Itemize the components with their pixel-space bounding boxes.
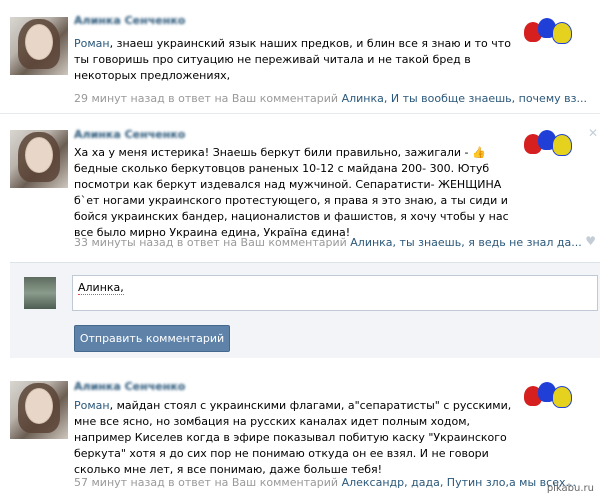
- reply-box: Алинка, Отправить комментарий: [10, 262, 600, 358]
- comment-meta: 29 минут назад в ответ на Ваш комментари…: [74, 92, 587, 105]
- comment-author[interactable]: Алинка Сенченко: [74, 380, 185, 393]
- reply-quote-link[interactable]: Алинка, И ты вообще знаешь, почему вз...: [342, 92, 587, 105]
- comment-text: Роман, знаеш украинский язык наших предк…: [74, 37, 511, 82]
- comment-input[interactable]: Алинка,: [72, 275, 598, 311]
- comment-author[interactable]: Алинка Сенченко: [74, 14, 185, 27]
- comment-meta: 33 минуты назад в ответ на Ваш комментар…: [74, 236, 582, 249]
- mention-link[interactable]: Роман: [74, 37, 110, 50]
- avatar[interactable]: [10, 130, 68, 188]
- avatar[interactable]: [10, 381, 68, 439]
- mention-link[interactable]: Роман: [74, 399, 110, 412]
- flag-icon: [524, 130, 572, 158]
- watermark: pikabu.ru: [546, 483, 594, 494]
- reply-quote-link[interactable]: Алинка, ты знаешь, я ведь не знал да...: [350, 236, 582, 249]
- comment-text: Роман, майдан стоял с украинскими флагам…: [74, 399, 512, 476]
- flag-icon: [524, 18, 572, 46]
- divider: [0, 113, 600, 114]
- avatar[interactable]: [10, 17, 68, 75]
- comment-text: Ха ха у меня истерика! Знаешь беркут бил…: [74, 146, 509, 239]
- send-comment-button[interactable]: Отправить комментарий: [74, 325, 230, 352]
- comment-author[interactable]: Алинка Сенченко: [74, 128, 185, 141]
- avatar: [24, 277, 56, 309]
- like-icon[interactable]: ♥: [585, 234, 596, 248]
- comment-meta: 57 минут назад в ответ на Ваш комментари…: [74, 476, 576, 489]
- close-icon[interactable]: ✕: [588, 126, 598, 140]
- flag-icon: [524, 382, 572, 410]
- reply-quote-link[interactable]: Александр, дада, Путин зло,а мы всех...: [342, 476, 576, 489]
